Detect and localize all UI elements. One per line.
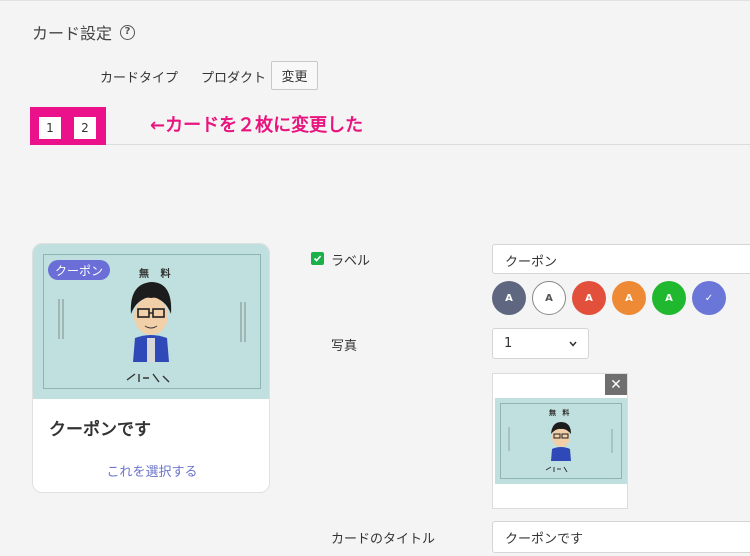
character-illustration xyxy=(58,282,246,383)
chevron-down-icon xyxy=(569,341,577,347)
color-swatch-green[interactable]: A xyxy=(652,281,686,315)
label-checkbox[interactable] xyxy=(311,252,324,265)
tab-card-2[interactable]: 2 xyxy=(74,117,96,139)
top-divider xyxy=(0,0,750,2)
help-icon[interactable]: ? xyxy=(120,24,136,40)
preview-card[interactable]: クーポン 無 料 クーポンです これを選択する xyxy=(32,243,270,493)
tabs-divider xyxy=(106,144,750,145)
section-title: カード設定 xyxy=(32,24,113,43)
photo-thumbnail: 無 料 xyxy=(495,398,627,484)
annotation-note: ←カードを２枚に変更した xyxy=(150,115,364,136)
photo-select-value: 1 xyxy=(504,336,513,351)
remove-photo-button[interactable]: ✕ xyxy=(605,374,627,395)
card-image: クーポン 無 料 xyxy=(33,244,269,399)
change-type-button[interactable]: 変更 xyxy=(271,61,318,90)
label-field-label: ラベル xyxy=(331,254,371,269)
card-type-label: カードタイプ xyxy=(100,71,179,86)
color-swatch-white[interactable]: A xyxy=(532,281,566,315)
section-header: カード設定 ? xyxy=(32,20,136,44)
photo-preview: ✕ 無 料 xyxy=(492,373,628,509)
photo-field-label: 写真 xyxy=(331,339,358,354)
card-title: クーポンです xyxy=(49,420,151,440)
color-swatch-indigo-selected[interactable]: ✓ xyxy=(692,281,726,315)
color-swatch-dark-slate[interactable]: A xyxy=(492,281,526,315)
color-swatch-orange[interactable]: A xyxy=(612,281,646,315)
card-title-field-label: カードのタイトル xyxy=(331,532,436,547)
tab-card-1[interactable]: 1 xyxy=(39,117,61,139)
color-swatch-red[interactable]: A xyxy=(572,281,606,315)
select-card-link[interactable]: これを選択する xyxy=(33,461,269,480)
card-title-input[interactable]: クーポンです xyxy=(492,521,750,553)
photo-select[interactable]: 1 xyxy=(492,328,589,359)
card-type-value: プロダクト xyxy=(201,71,267,86)
label-input[interactable]: クーポン xyxy=(492,244,750,274)
check-icon xyxy=(313,255,322,262)
character-thumbnail-illustration xyxy=(508,422,613,473)
